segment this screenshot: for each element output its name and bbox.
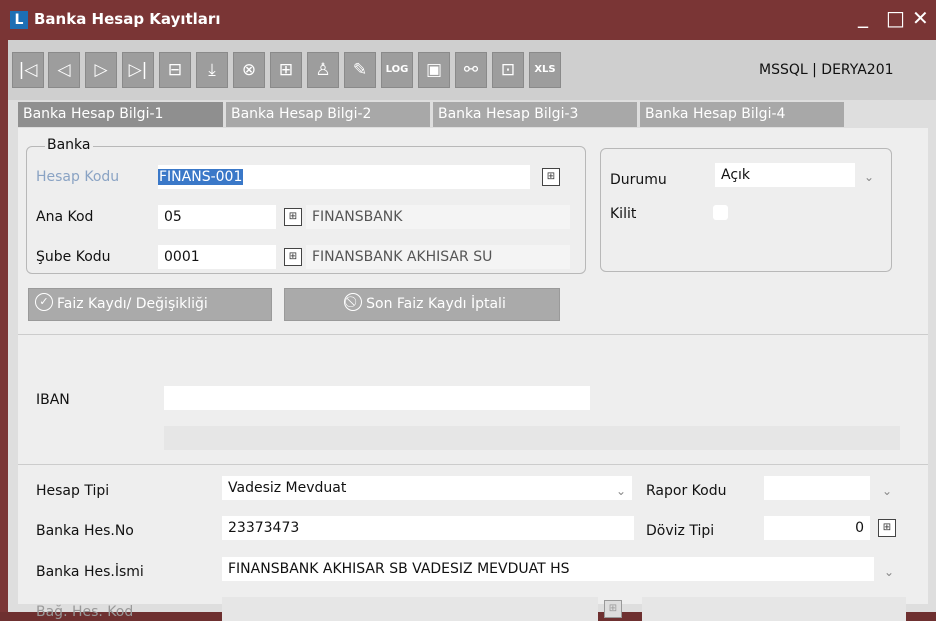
bag-hes-kod-field <box>222 597 598 621</box>
kilit-label: Kilit <box>610 206 637 222</box>
banka-legend: Banka <box>45 137 93 153</box>
rapor-kodu-label: Rapor Kodu <box>646 483 727 499</box>
form-client-area: MSSQL | DERYA201 |◁ ◁ ▷ ▷| ⊟ ⤓ ⊗ ⊞ ♙ ✎ LOG ▣ ⚯ ⊡ XLS B… <box>8 40 936 621</box>
sube-kodu-picker-icon[interactable]: ⊞ <box>284 248 302 266</box>
tab-banka-hesap-bilgi-3[interactable]: Banka Hesap Bilgi-3 <box>433 102 637 127</box>
next-record-icon[interactable]: ▷ <box>85 52 117 88</box>
hesap-kodu-picker-icon[interactable]: ⊞ <box>542 168 560 186</box>
print-icon[interactable]: ▣ <box>418 52 450 88</box>
log-icon[interactable]: LOG <box>381 52 413 88</box>
user-icon[interactable]: ♙ <box>307 52 339 88</box>
ana-kod-name-field: FINANSBANK <box>306 205 570 229</box>
doviz-tipi-field[interactable]: 0 <box>764 516 870 540</box>
title-bar: L Banka Hesap Kayıtları _ □ ✕ <box>0 0 936 40</box>
sube-name-field: FINANSBANK AKHISAR SU <box>306 245 570 269</box>
hesap-tipi-label: Hesap Tipi <box>36 483 110 499</box>
tab-panel: Banka Hesap Kodu FINANS-001 ⊞ Ana Kod 05… <box>18 128 928 621</box>
hesap-tipi-select[interactable]: Vadesiz Mevduat <box>222 476 632 500</box>
check-circle-icon: ✓ <box>35 293 53 311</box>
hesap-kodu-label: Hesap Kodu <box>36 169 120 185</box>
close-button[interactable]: ✕ <box>912 6 929 30</box>
toolbar: MSSQL | DERYA201 |◁ ◁ ▷ ▷| ⊟ ⤓ ⊗ ⊞ ♙ ✎ LOG ▣ ⚯ ⊡ XLS <box>8 40 936 100</box>
first-record-icon[interactable]: |◁ <box>12 52 44 88</box>
excel-icon[interactable]: XLS <box>529 52 561 88</box>
bag-hes-kod-label: Bağ. Hes. Kod <box>36 604 134 620</box>
durumu-select[interactable]: Açık <box>715 163 855 187</box>
iban-secondary-field <box>164 426 900 450</box>
lock-icon[interactable]: ⊡ <box>492 52 524 88</box>
ana-kod-field[interactable]: 05 <box>158 205 276 229</box>
divider <box>18 464 928 465</box>
cancel-icon[interactable]: ⊗ <box>233 52 265 88</box>
iban-field[interactable] <box>164 386 590 410</box>
prohibit-icon: ⃠ <box>344 293 363 311</box>
faiz-kaydi-button[interactable]: ✓ Faiz Kaydı/ Değişikliği <box>28 288 272 321</box>
tab-banka-hesap-bilgi-1[interactable]: Banka Hesap Bilgi-1 <box>18 102 223 127</box>
doviz-tipi-label: Döviz Tipi <box>646 523 715 539</box>
main-window: L Banka Hesap Kayıtları _ □ ✕ MSSQL | DE… <box>0 0 936 621</box>
tab-banka-hesap-bilgi-4[interactable]: Banka Hesap Bilgi-4 <box>640 102 844 127</box>
sube-kodu-field[interactable]: 0001 <box>158 245 276 269</box>
sube-kodu-label: Şube Kodu <box>36 249 111 265</box>
hesap-kodu-field[interactable]: FINANS-001 <box>158 165 530 189</box>
tab-banka-hesap-bilgi-2[interactable]: Banka Hesap Bilgi-2 <box>226 102 430 127</box>
son-faiz-kaydi-iptali-button[interactable]: ⃠Son Faiz Kaydı İptali <box>284 288 560 321</box>
rapor-kodu-chevron-down-icon[interactable]: ⌄ <box>882 484 892 498</box>
last-record-icon[interactable]: ▷| <box>122 52 154 88</box>
server-label: MSSQL | DERYA201 <box>759 62 894 78</box>
new-record-icon[interactable]: ⊟ <box>159 52 191 88</box>
minimize-button[interactable]: _ <box>858 4 868 28</box>
edit-icon[interactable]: ✎ <box>344 52 376 88</box>
iban-label: IBAN <box>36 392 70 408</box>
maximize-button[interactable]: □ <box>886 6 905 30</box>
ana-kod-picker-icon[interactable]: ⊞ <box>284 208 302 226</box>
son-faiz-label: Son Faiz Kaydı İptali <box>366 296 506 312</box>
banka-hes-no-label: Banka Hes.No <box>36 523 134 539</box>
copy-record-icon[interactable]: ⊞ <box>270 52 302 88</box>
banka-hes-no-field[interactable]: 23373473 <box>222 516 634 540</box>
divider <box>18 334 928 335</box>
ana-kod-label: Ana Kod <box>36 209 94 225</box>
bag-hes-name-field <box>642 597 906 621</box>
durumu-chevron-down-icon[interactable]: ⌄ <box>864 170 874 184</box>
durumu-label: Durumu <box>610 172 667 188</box>
rapor-kodu-select[interactable] <box>764 476 870 500</box>
doviz-tipi-picker-icon[interactable]: ⊞ <box>878 519 896 537</box>
bag-hes-kod-picker-icon: ⊞ <box>604 600 622 618</box>
app-logo-icon: L <box>10 11 28 29</box>
banka-hes-ismi-chevron-down-icon[interactable]: ⌄ <box>884 565 894 579</box>
link-icon[interactable]: ⚯ <box>455 52 487 88</box>
kilit-checkbox[interactable] <box>713 205 728 220</box>
hesap-tipi-chevron-down-icon[interactable]: ⌄ <box>616 484 626 498</box>
window-title: Banka Hesap Kayıtları <box>34 10 221 28</box>
save-icon[interactable]: ⤓ <box>196 52 228 88</box>
previous-record-icon[interactable]: ◁ <box>48 52 80 88</box>
banka-hes-ismi-label: Banka Hes.İsmi <box>36 564 144 580</box>
banka-hes-ismi-field[interactable]: FINANSBANK AKHISAR SB VADESIZ MEVDUAT HS <box>222 557 874 581</box>
faiz-kaydi-label: Faiz Kaydı/ Değişikliği <box>57 296 208 312</box>
hesap-kodu-value: FINANS-001 <box>158 169 244 185</box>
